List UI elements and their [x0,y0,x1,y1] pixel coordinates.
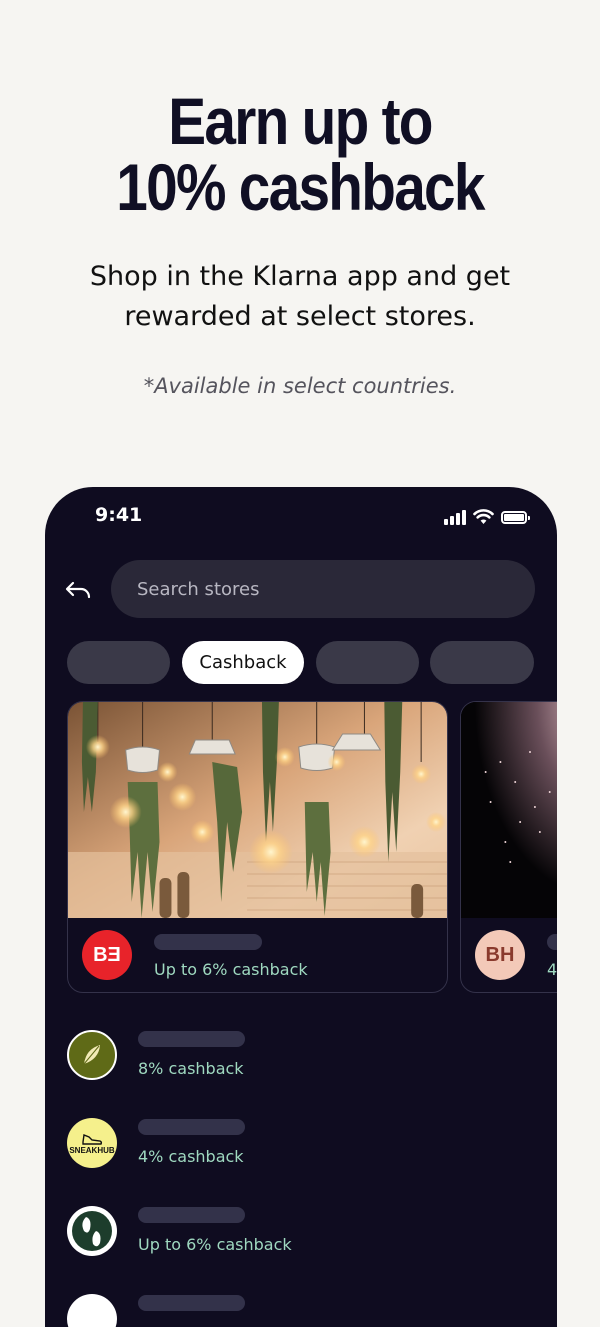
availability-note: *Available in select countries. [143,374,457,398]
footprint-logo [67,1206,117,1256]
back-arrow-icon[interactable] [63,575,93,605]
store-logo: BƎ [82,930,132,980]
cashback-label: Up to 6% cashback [154,960,308,979]
search-input[interactable] [135,577,519,601]
store-photo-particles [461,702,557,918]
filter-chip-cashback[interactable]: Cashback [182,641,304,684]
status-icons [444,507,530,527]
status-time: 9:41 [95,504,143,526]
store-name-placeholder [138,1031,245,1047]
store-name-placeholder [154,934,262,950]
cashback-label: 8% cashback [138,1059,244,1078]
headline: Earn up to 10% cashback [0,88,600,220]
cashback-label: 4% cashback [138,1147,244,1166]
featured-store-card[interactable]: BH 4 [460,701,557,993]
store-list-item[interactable]: SNEAKHUB 4% cashback [45,1113,557,1173]
cellular-signal-icon [444,509,466,525]
store-name-placeholder [138,1295,245,1311]
headline-line-2: 10% cashback [116,150,485,224]
cashback-label: 4 [547,960,557,979]
store-list-item[interactable]: Up to 6% cashback [45,1201,557,1261]
store-list-item[interactable] [45,1289,557,1327]
wifi-icon [473,509,494,524]
sneakhub-wordmark: SNEAKHUB [69,1145,115,1155]
battery-icon [501,510,530,524]
store-name-placeholder [547,934,557,950]
headline-line-1: Earn up to [168,84,433,158]
subtitle: Shop in the Klarna app and get rewarded … [0,257,600,337]
store-logo: BH [475,930,525,980]
subtitle-line-2: rewarded at select stores. [124,301,476,332]
store-photo-hanging-plants [68,702,447,918]
store-name-placeholder [138,1207,245,1223]
subtitle-line-1: Shop in the Klarna app and get [89,261,511,292]
cashback-label: Up to 6% cashback [138,1235,292,1254]
olive-kitchenware-logo [67,1030,117,1080]
filter-chip-placeholder[interactable] [316,641,419,684]
sneakhub-logo: SNEAKHUB [67,1118,117,1168]
phone-mockup: 9:41 Cashback [45,487,557,1327]
filter-chip-placeholder[interactable] [67,641,170,684]
sneaker-icon [82,1133,103,1145]
store-list-item[interactable]: 8% cashback [45,1025,557,1085]
search-field[interactable] [111,560,535,618]
footprint-icon [72,1211,112,1251]
olive-leaf-icon [83,1045,100,1065]
featured-store-card[interactable]: BƎ Up to 6% cashback [67,701,448,993]
filter-chip-placeholder[interactable] [430,641,534,684]
store-name-placeholder [138,1119,245,1135]
